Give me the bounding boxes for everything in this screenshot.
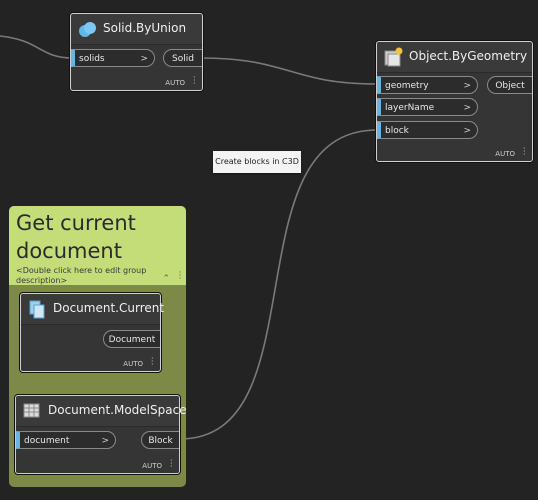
node-title: Object.ByGeometry: [409, 49, 528, 63]
node-header[interactable]: Document.ModelSpace: [16, 396, 187, 427]
chevron-right-icon: >: [140, 54, 148, 64]
input-port-geometry[interactable]: geometry >: [377, 76, 478, 94]
more-vertical-icon[interactable]: · · ·: [151, 355, 154, 369]
chevron-right-icon: >: [101, 436, 109, 446]
port-label: geometry: [385, 81, 429, 91]
output-port-block[interactable]: Block: [141, 431, 179, 449]
lacing-label: AUTO: [142, 462, 162, 470]
group-description[interactable]: <Double click here to edit group descrip…: [16, 266, 166, 286]
node-document-modelspace[interactable]: Document.ModelSpace document > Block AUT…: [15, 395, 187, 474]
lacing-footer[interactable]: AUTO · · ·: [165, 74, 196, 88]
chevron-right-icon: >: [463, 103, 471, 113]
port-label: block: [385, 126, 409, 136]
table-grid-icon: [23, 403, 40, 418]
more-vertical-icon[interactable]: · · ·: [170, 457, 173, 471]
more-vertical-icon[interactable]: · · ·: [178, 269, 182, 284]
lacing-label: AUTO: [123, 360, 143, 368]
lacing-footer[interactable]: AUTO · · ·: [142, 457, 173, 471]
more-vertical-icon[interactable]: · · ·: [523, 145, 526, 159]
port-label: document: [24, 436, 70, 446]
lacing-label: AUTO: [495, 150, 515, 158]
group-title[interactable]: Get current document: [16, 209, 181, 265]
port-label: layerName: [385, 103, 435, 113]
node-document-current[interactable]: Document.Current Document AUTO · · ·: [20, 293, 164, 372]
object-by-geometry-icon: [384, 47, 403, 67]
solid-union-icon: [79, 22, 96, 37]
chevron-right-icon: >: [463, 126, 471, 136]
node-title: Document.Current: [53, 301, 165, 315]
more-vertical-icon[interactable]: · · ·: [193, 74, 196, 88]
graph-canvas[interactable]: Get current document <Double click here …: [0, 0, 538, 500]
group-header[interactable]: Get current document <Double click here …: [9, 206, 186, 285]
input-port-layername[interactable]: layerName >: [377, 98, 478, 116]
collapse-icon[interactable]: ⌃: [162, 274, 170, 284]
wire-block-to-block: [179, 129, 378, 440]
input-port-block[interactable]: block >: [377, 121, 478, 139]
wire-tooltip: Create blocks in C3D: [213, 151, 301, 173]
chevron-right-icon: >: [463, 81, 471, 91]
node-object-by-geometry[interactable]: Object.ByGeometry geometry > layerName >…: [376, 41, 533, 162]
node-header[interactable]: Object.ByGeometry: [377, 42, 532, 73]
lacing-label: AUTO: [165, 79, 185, 87]
port-label: solids: [79, 54, 105, 64]
lacing-footer[interactable]: AUTO · · ·: [123, 355, 154, 369]
node-solid-by-union[interactable]: Solid.ByUnion solids > Solid AUTO · · ·: [70, 13, 203, 91]
input-port-document[interactable]: document >: [16, 431, 116, 449]
output-port-document[interactable]: Document: [103, 330, 160, 348]
wire-to-solids: [0, 35, 73, 59]
node-header[interactable]: Document.Current: [21, 294, 164, 325]
lacing-footer[interactable]: AUTO · · ·: [495, 145, 526, 159]
input-port-solids[interactable]: solids >: [71, 49, 155, 67]
document-icon: [29, 300, 45, 319]
output-port-solid[interactable]: Solid: [163, 49, 202, 67]
output-port-object[interactable]: Object: [487, 76, 532, 94]
node-header[interactable]: Solid.ByUnion: [71, 14, 202, 45]
wire-solid-to-geometry: [199, 57, 378, 85]
node-title: Solid.ByUnion: [103, 21, 187, 35]
node-title: Document.ModelSpace: [48, 403, 187, 417]
